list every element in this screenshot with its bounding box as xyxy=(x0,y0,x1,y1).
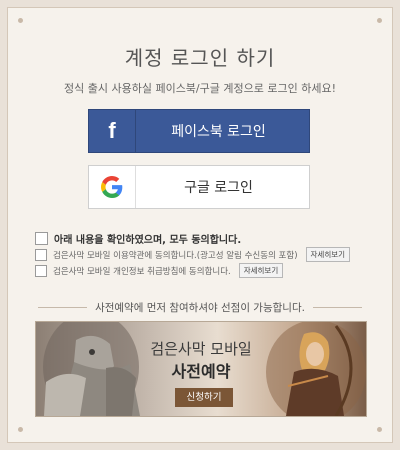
agree-privacy-row: 검은사막 모바일 개인정보 취급방침에 동의합니다. 자세히보기 xyxy=(35,263,375,278)
agree-all-checkbox[interactable] xyxy=(35,231,48,245)
agree-all-label: 아래 내용을 확인하였으며, 모두 동의합니다. xyxy=(54,234,242,246)
page-title: 계정 로그인 하기 xyxy=(124,46,276,70)
google-login-label: 구글 로그인 xyxy=(184,180,253,196)
agree-all-row: 아래 내용을 확인하였으며, 모두 동의합니다. xyxy=(35,229,375,247)
corner-dot xyxy=(377,18,382,23)
apply-button[interactable]: 신청하기 xyxy=(175,388,233,407)
login-panel: 계정 로그인 하기 정식 출시 사용하실 페이스북/구글 계정으로 로그인 하세… xyxy=(7,7,393,443)
page-subtitle: 정식 출시 사용하실 페이스북/구글 계정으로 로그인 하세요! xyxy=(64,82,336,95)
google-icon xyxy=(89,166,136,208)
corner-dot xyxy=(18,18,23,23)
terms-detail-button[interactable]: 자세히보기 xyxy=(305,247,351,262)
google-login-button[interactable]: 구글 로그인 xyxy=(88,165,310,209)
notice-divider: 사전예약에 먼저 참여하셔야 선점이 가능합니다. xyxy=(38,300,363,314)
agreement-section: 아래 내용을 확인하였으며, 모두 동의합니다. 검은사막 모바일 이용약관에 … xyxy=(35,229,375,279)
banner-subtitle: 사전예약 xyxy=(171,362,231,381)
facebook-login-button[interactable]: f 페이스북 로그인 xyxy=(88,109,310,153)
preregistration-notice: 사전예약에 먼저 참여하셔야 선점이 가능합니다. xyxy=(95,301,305,314)
preregistration-banner[interactable]: 검은사막 모바일 사전예약 신청하기 xyxy=(35,321,367,417)
facebook-icon: f xyxy=(89,110,136,152)
agree-privacy-label: 검은사막 모바일 개인정보 취급방침에 동의합니다. xyxy=(53,266,231,277)
privacy-detail-button[interactable]: 자세히보기 xyxy=(238,263,284,278)
agree-terms-row: 검은사막 모바일 이용약관에 동의합니다.(광고성 알림 수신동의 포함) 자세… xyxy=(35,247,375,262)
divider-line xyxy=(38,306,88,308)
facebook-icon-glyph: f xyxy=(108,118,116,143)
banner-title: 검은사막 모바일 xyxy=(150,340,252,358)
agree-terms-label: 검은사막 모바일 이용약관에 동의합니다.(광고성 알림 수신동의 포함) xyxy=(53,250,298,261)
corner-dot xyxy=(377,427,382,432)
corner-dot xyxy=(18,427,23,432)
divider-line xyxy=(312,306,363,308)
facebook-login-label: 페이스북 로그인 xyxy=(171,124,266,140)
agree-terms-checkbox[interactable] xyxy=(35,248,47,261)
agree-privacy-checkbox[interactable] xyxy=(35,264,47,277)
